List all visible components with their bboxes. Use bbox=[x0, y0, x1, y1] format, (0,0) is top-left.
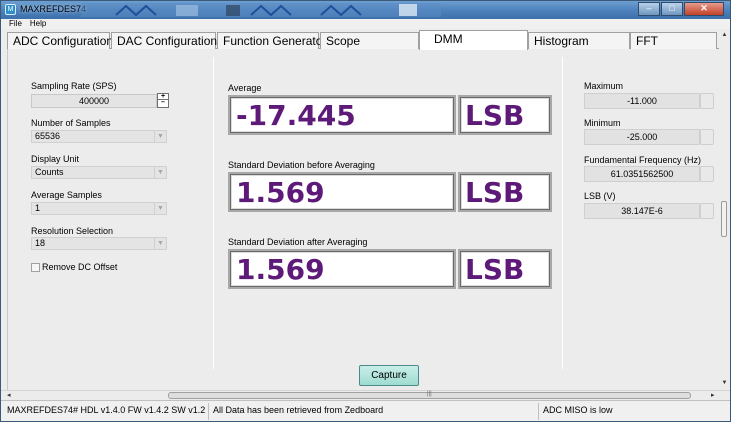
average-label: Average bbox=[228, 83, 262, 93]
chevron-down-icon[interactable]: ▼ bbox=[154, 167, 166, 178]
status-miso: ADC MISO is low bbox=[543, 405, 613, 415]
std-before-unit: LSB bbox=[465, 176, 525, 209]
window-controls: – □ ✕ bbox=[638, 2, 724, 16]
average-samples-select[interactable]: 1 ▼ bbox=[31, 202, 167, 215]
std-after-value: 1.569 bbox=[236, 253, 325, 286]
tab-fft[interactable]: FFT bbox=[630, 32, 717, 49]
maximum-label: Maximum bbox=[584, 81, 624, 91]
average-samples-value: 1 bbox=[35, 203, 41, 213]
average-samples-label: Average Samples bbox=[31, 190, 102, 200]
minimum-box-end bbox=[700, 129, 714, 145]
status-message: All Data has been retrieved from Zedboar… bbox=[209, 403, 539, 420]
tab-scope[interactable]: Scope bbox=[320, 32, 419, 49]
maximum-box-end bbox=[700, 93, 714, 109]
resolution-value: 18 bbox=[35, 238, 46, 248]
tab-function-generator[interactable]: Function Generator bbox=[217, 32, 326, 49]
close-button[interactable]: ✕ bbox=[684, 2, 724, 16]
chevron-down-icon[interactable]: ▼ bbox=[154, 131, 166, 142]
horizontal-scrollbar[interactable]: ◂ ||| ▸ bbox=[1, 390, 730, 400]
scroll-up-icon[interactable]: ▲ bbox=[719, 32, 730, 38]
lsb-box-end bbox=[700, 203, 714, 219]
minimum-label: Minimum bbox=[584, 118, 621, 128]
menu-help[interactable]: Help bbox=[30, 19, 46, 29]
remove-dc-label: Remove DC Offset bbox=[42, 262, 118, 272]
fundamental-frequency-label: Fundamental Frequency (Hz) bbox=[584, 155, 702, 165]
minimize-button[interactable]: – bbox=[638, 2, 660, 16]
sampling-rate-input[interactable]: 400000 bbox=[31, 94, 157, 108]
display-unit-value: Counts bbox=[35, 167, 64, 177]
std-before-unit-display: LSB bbox=[458, 172, 552, 212]
app-window: M MAXREFDES74 – □ ✕ File Help ADC Config… bbox=[0, 0, 731, 422]
std-after-label: Standard Deviation after Averaging bbox=[228, 237, 368, 247]
lsb-label: LSB (V) bbox=[584, 191, 616, 201]
tab-adc-configuration[interactable]: ADC Configuration bbox=[7, 32, 113, 49]
tab-dmm[interactable]: DMM bbox=[419, 30, 528, 50]
std-before-value: 1.569 bbox=[236, 176, 325, 209]
tab-dac-configuration[interactable]: DAC Configuration bbox=[111, 32, 217, 49]
sampling-rate-label: Sampling Rate (SPS) bbox=[31, 81, 117, 91]
std-before-value-display: 1.569 bbox=[228, 172, 456, 212]
spin-down-icon[interactable]: – bbox=[158, 99, 168, 106]
status-bar: MAXREFDES74# HDL v1.4.0 FW v1.4.2 SW v1.… bbox=[1, 400, 730, 421]
menu-file[interactable]: File bbox=[9, 19, 22, 29]
taskbar-thumbnails-decoration bbox=[81, 3, 441, 17]
fundamental-box-end bbox=[700, 166, 714, 182]
horizontal-scroll-thumb[interactable]: ||| bbox=[168, 391, 691, 399]
std-after-value-display: 1.569 bbox=[228, 249, 456, 289]
scroll-down-icon[interactable]: ▼ bbox=[719, 380, 730, 386]
average-unit-display: LSB bbox=[458, 95, 552, 135]
remove-dc-checkbox[interactable] bbox=[31, 263, 40, 272]
resolution-label: Resolution Selection bbox=[31, 226, 114, 236]
capture-button[interactable]: Capture bbox=[359, 365, 419, 386]
std-before-label: Standard Deviation before Averaging bbox=[228, 160, 375, 170]
chevron-down-icon[interactable]: ▼ bbox=[154, 238, 166, 249]
dmm-panel: Sampling Rate (SPS) 400000 + – Number of… bbox=[7, 49, 725, 390]
num-samples-select[interactable]: 65536 ▼ bbox=[31, 130, 167, 143]
sampling-rate-spinner[interactable]: + – bbox=[157, 93, 169, 108]
grip-icon: ||| bbox=[427, 391, 432, 397]
vertical-scroll-thumb[interactable] bbox=[721, 201, 727, 237]
window-title: MAXREFDES74 bbox=[20, 4, 87, 14]
chevron-down-icon[interactable]: ▼ bbox=[154, 203, 166, 214]
maximum-value: -11.000 bbox=[584, 93, 700, 109]
average-unit: LSB bbox=[465, 99, 525, 132]
display-unit-label: Display Unit bbox=[31, 154, 80, 164]
tab-strip: ADC Configuration DAC Configuration Func… bbox=[7, 30, 725, 50]
divider-right bbox=[562, 57, 563, 369]
maximize-button[interactable]: □ bbox=[661, 2, 683, 16]
lsb-value: 38.147E-6 bbox=[584, 203, 700, 219]
vertical-scrollbar[interactable]: ▲ ▼ bbox=[719, 30, 730, 390]
average-value: -17.445 bbox=[236, 99, 356, 132]
std-after-unit: LSB bbox=[465, 253, 525, 286]
display-unit-select[interactable]: Counts ▼ bbox=[31, 166, 167, 179]
status-version: MAXREFDES74# HDL v1.4.0 FW v1.4.2 SW v1.… bbox=[3, 403, 209, 420]
fundamental-frequency-value: 61.0351562500 bbox=[584, 166, 700, 182]
divider-left bbox=[213, 57, 214, 369]
num-samples-label: Number of Samples bbox=[31, 118, 111, 128]
app-icon: M bbox=[5, 4, 16, 15]
tab-histogram[interactable]: Histogram bbox=[528, 32, 630, 49]
average-value-display: -17.445 bbox=[228, 95, 456, 135]
scroll-left-icon[interactable]: ◂ bbox=[7, 391, 11, 400]
minimum-value: -25.000 bbox=[584, 129, 700, 145]
resolution-select[interactable]: 18 ▼ bbox=[31, 237, 167, 250]
scroll-right-icon[interactable]: ▸ bbox=[711, 391, 715, 400]
menu-bar: File Help bbox=[1, 19, 730, 29]
num-samples-value: 65536 bbox=[35, 131, 61, 141]
std-after-unit-display: LSB bbox=[458, 249, 552, 289]
title-bar: M MAXREFDES74 – □ ✕ bbox=[1, 1, 730, 19]
